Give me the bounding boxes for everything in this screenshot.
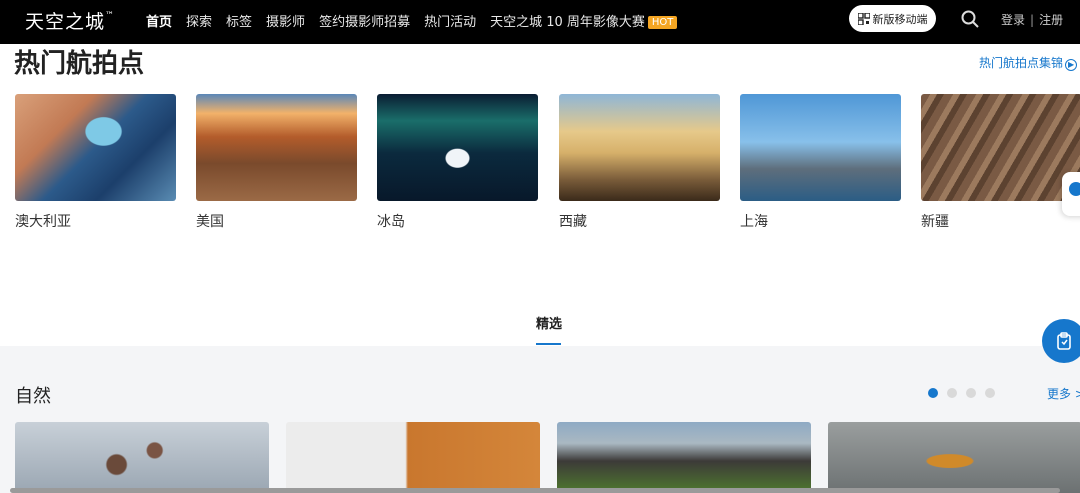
search-icon[interactable] [960,9,980,29]
spot-label[interactable]: 上海 [740,211,901,231]
nav-events[interactable]: 热门活动 [424,11,476,30]
spot-label[interactable]: 美国 [196,211,357,231]
nature-photo-card[interactable] [15,422,269,493]
tab-active-indicator [536,343,561,345]
nature-more-link[interactable]: 更多 > [1047,385,1080,402]
nature-photo-card[interactable] [557,422,811,493]
qr-code-icon [857,12,870,25]
feedback-button[interactable] [1042,319,1080,363]
nav-10th-anniversary-contest[interactable]: 天空之城 10 周年影像大赛 HOT [490,11,678,30]
side-float-widget[interactable] [1062,172,1080,216]
auth-separator: | [1030,13,1035,27]
nav-signed-photographer-recruit[interactable]: 签约摄影师招募 [319,11,410,30]
nav-home[interactable]: 首页 [146,11,172,30]
section-title-hot-spots: 热门航拍点 [14,49,145,79]
nav-photographers[interactable]: 摄影师 [266,11,305,30]
nav-explore[interactable]: 探索 [186,11,212,30]
spot-label[interactable]: 新疆 [921,211,1080,231]
tab-featured[interactable]: 精选 [536,313,562,332]
carousel-dot[interactable] [985,388,995,398]
spot-image[interactable] [740,94,901,201]
clipboard-icon [1057,332,1071,350]
spot-card-australia[interactable]: 澳大利亚 [15,94,176,231]
nature-photo-card[interactable] [286,422,540,493]
auth-links: 登录 | 注册 [1001,11,1063,28]
spot-image[interactable] [196,94,357,201]
hot-spots-collection-label: 热门航拍点集锦 [979,56,1064,70]
mobile-version-button[interactable]: 新版移动端 [849,5,936,32]
nav-tags[interactable]: 标签 [226,11,252,30]
spot-image[interactable] [559,94,720,201]
top-navigation-bar: 天空之城™ 首页 探索 标签 摄影师 签约摄影师招募 热门活动 天空之城 10 … [0,0,1080,44]
horizontal-scrollbar[interactable] [10,488,1060,493]
spot-label[interactable]: 西藏 [559,211,720,231]
contest-label: 天空之城 10 周年影像大赛 [490,15,645,30]
mobile-version-label: 新版移动端 [872,12,928,26]
carousel-dot[interactable] [947,388,957,398]
register-link[interactable]: 注册 [1039,13,1063,27]
carousel-pagination [928,388,995,398]
spot-image[interactable] [377,94,538,201]
spot-image[interactable] [15,94,176,201]
spot-card-tibet[interactable]: 西藏 [559,94,720,231]
hot-badge: HOT [647,16,678,29]
spot-label[interactable]: 冰岛 [377,211,538,231]
carousel-dot[interactable] [928,388,938,398]
nature-photo-card[interactable] [828,422,1080,493]
chevron-right-circle-icon: ▶ [1065,59,1078,71]
spot-label[interactable]: 澳大利亚 [15,211,176,231]
spot-card-usa[interactable]: 美国 [196,94,357,231]
chat-icon [1069,182,1080,196]
hot-spots-collection-link[interactable]: 热门航拍点集锦 ▶ [979,54,1078,71]
login-link[interactable]: 登录 [1001,13,1025,27]
spot-card-shanghai[interactable]: 上海 [740,94,901,231]
carousel-dot[interactable] [966,388,976,398]
spot-card-xinjiang[interactable]: 新疆 [921,94,1080,231]
spot-image[interactable] [921,94,1080,201]
site-logo[interactable]: 天空之城™ [25,7,114,34]
spot-card-iceland[interactable]: 冰岛 [377,94,538,231]
main-nav: 首页 探索 标签 摄影师 签约摄影师招募 热门活动 天空之城 10 周年影像大赛… [146,11,678,30]
section-title-nature: 自然 [15,386,51,407]
